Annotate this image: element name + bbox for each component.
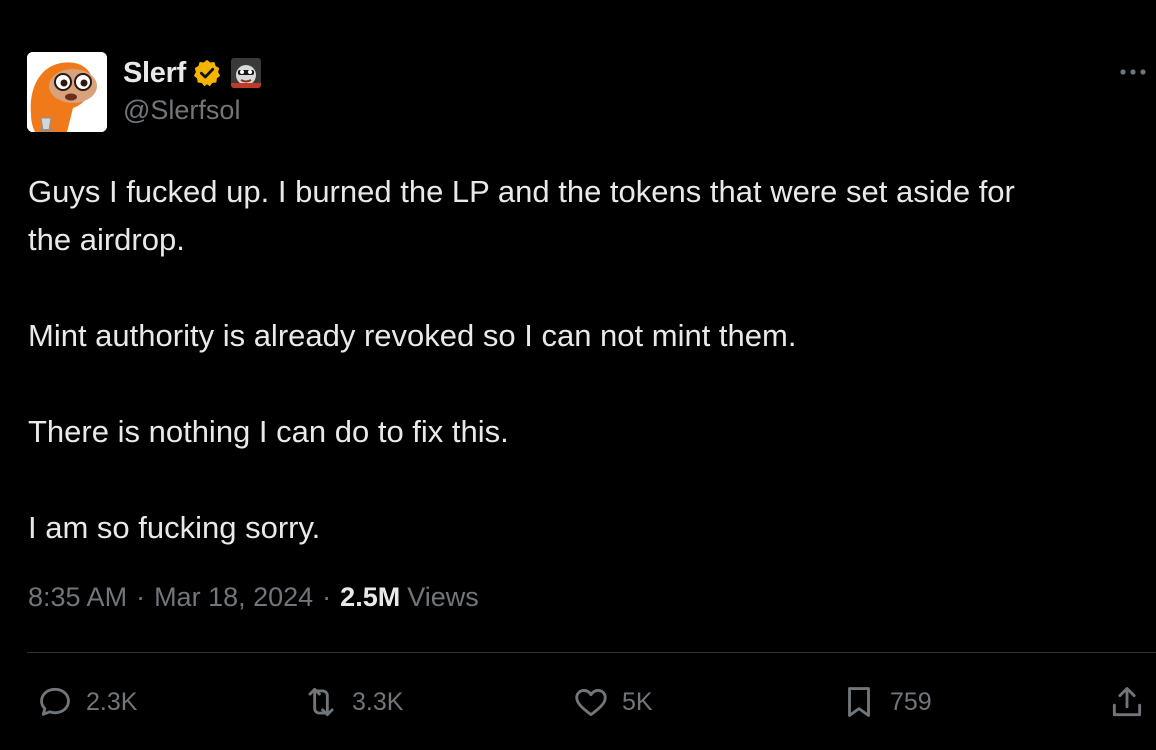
author-name-row: Slerf (123, 56, 261, 90)
author-handle[interactable]: @Slerfsol (123, 95, 240, 126)
reply-count: 2.3K (86, 687, 138, 716)
repost-icon (308, 687, 334, 717)
bookmark-icon (848, 687, 870, 717)
repost-count: 3.3K (352, 687, 404, 716)
tweet-time[interactable]: 8:35 AM (28, 582, 127, 613)
tweet-card: Slerf @Slerfsol Guys I fucked up. I burn… (0, 0, 1156, 750)
tweet-meta: 8:35 AM · Mar 18, 2024 · 2.5M Views (28, 582, 479, 613)
tweet-date[interactable]: Mar 18, 2024 (154, 582, 313, 613)
action-bar: 2.3K 3.3K 5K 759 (0, 676, 1156, 728)
tweet-line: the airdrop. (28, 222, 185, 257)
reply-button[interactable]: 2.3K (36, 676, 137, 728)
views-count[interactable]: 2.5M (340, 582, 400, 613)
tweet-line: I am so fucking sorry. (28, 510, 321, 545)
bookmark-button[interactable]: 759 (840, 676, 932, 728)
tweet-line: Guys I fucked up. I burned the LP and th… (28, 174, 1015, 209)
tweet-line: Mint authority is already revoked so I c… (28, 318, 797, 353)
meta-separator: · (136, 582, 146, 612)
meta-separator: · (322, 582, 332, 612)
avatar-illustration (27, 52, 107, 132)
more-dots-icon (1120, 69, 1146, 75)
author-avatar[interactable] (27, 52, 107, 132)
share-button[interactable] (1108, 676, 1146, 728)
like-button[interactable]: 5K (572, 676, 653, 728)
divider (27, 652, 1156, 653)
share-icon (1112, 687, 1142, 717)
tweet-text: Guys I fucked up. I burned the LP and th… (28, 168, 1148, 552)
bookmark-count: 759 (890, 687, 932, 716)
tweet-line: There is nothing I can do to fix this. (28, 414, 509, 449)
heart-icon (575, 689, 607, 717)
affiliate-badge-icon[interactable] (230, 58, 261, 88)
reply-icon (40, 687, 70, 716)
views-label[interactable]: Views (407, 582, 479, 613)
like-count: 5K (622, 687, 653, 716)
repost-button[interactable]: 3.3K (302, 676, 403, 728)
more-options-button[interactable] (1116, 60, 1152, 84)
verified-badge-icon[interactable] (192, 58, 222, 88)
author-display-name[interactable]: Slerf (123, 57, 186, 90)
